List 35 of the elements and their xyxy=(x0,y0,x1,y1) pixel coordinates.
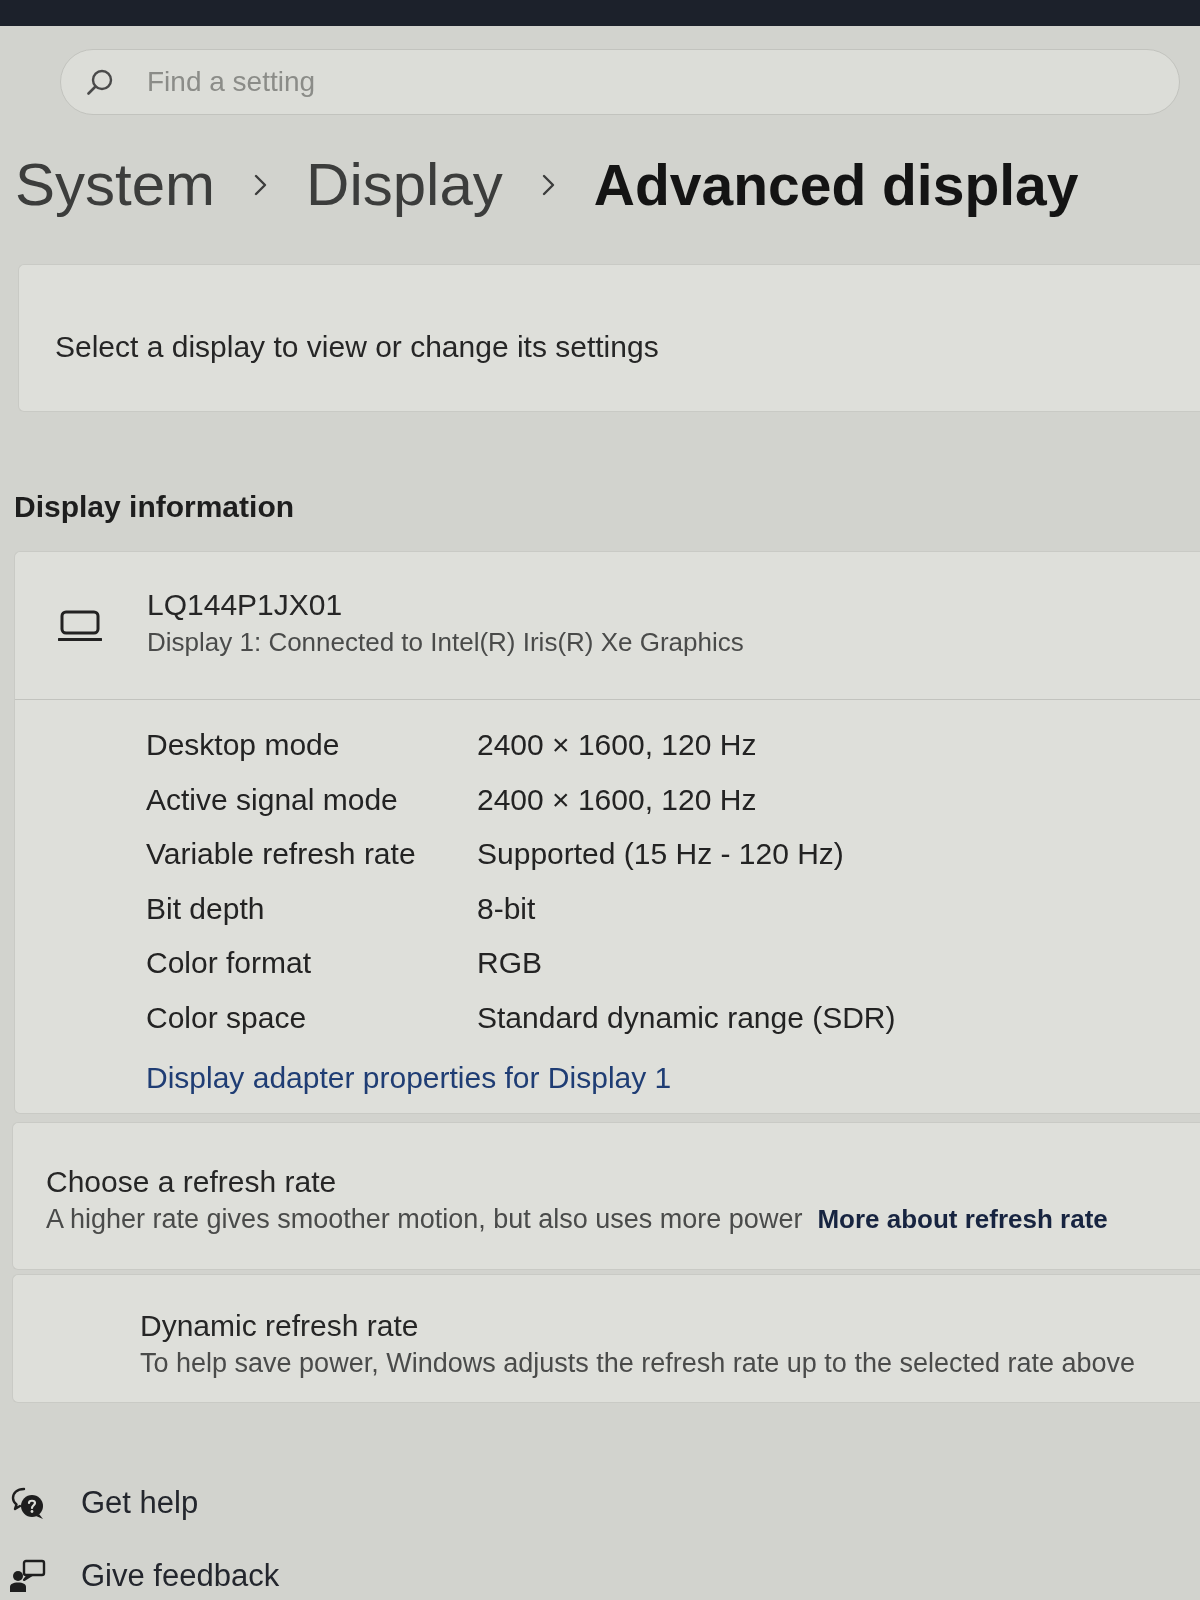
property-value: RGB xyxy=(477,946,543,981)
property-value: 8-bit xyxy=(477,891,537,926)
display-description: Display 1: Connected to Intel(R) Iris(R) Xe Graphics xyxy=(147,625,744,659)
laptop-icon xyxy=(58,609,102,642)
property-value: Supported (15 Hz - 120 Hz) xyxy=(477,837,845,872)
chevron-right-icon xyxy=(541,174,555,196)
property-label: Desktop mode xyxy=(146,728,341,763)
chevron-right-icon xyxy=(254,174,268,196)
dynamic-refresh-description: To help save power, Windows adjusts the refresh rate up to the selected rate above xyxy=(140,1347,1137,1380)
select-display-label: Select a display to view or change its settings xyxy=(55,329,659,365)
section-heading: Display information xyxy=(14,489,296,525)
property-value: 2400 × 1600, 120 Hz xyxy=(477,728,758,763)
page-title: Advanced display xyxy=(593,152,1079,219)
refresh-rate-card[interactable]: Choose a refresh rate A higher rate gives smoother motion, but also uses more power More about refresh rate xyxy=(12,1121,1200,1270)
search-field[interactable]: Find a setting xyxy=(60,49,1180,115)
refresh-rate-description: A higher rate gives smoother motion, but also uses more power xyxy=(46,1202,803,1236)
refresh-rate-title: Choose a refresh rate xyxy=(46,1163,338,1200)
adapter-properties-link[interactable]: Display adapter properties for Display 1 xyxy=(146,1061,672,1096)
property-label: Bit depth xyxy=(146,891,266,926)
property-label: Active signal mode xyxy=(146,782,399,817)
property-label: Color format xyxy=(146,946,313,981)
property-label: Variable refresh rate xyxy=(146,837,417,872)
refresh-rate-link[interactable]: More about refresh rate xyxy=(817,1200,1108,1237)
property-value: Standard dynamic range (SDR) xyxy=(477,1000,897,1035)
breadcrumb-link[interactable]: System xyxy=(15,149,216,221)
dynamic-refresh-title: Dynamic refresh rate xyxy=(140,1308,420,1344)
property-label: Color space xyxy=(146,1000,308,1035)
display-name: LQ144P1JX01 xyxy=(147,586,344,623)
give-feedback-link[interactable]: Give feedback xyxy=(10,1547,280,1600)
display-select-card[interactable]: Select a display to view or change its settings xyxy=(18,264,1200,412)
person-speech-icon xyxy=(10,1558,46,1593)
search-icon xyxy=(87,69,113,95)
breadcrumb-link[interactable]: Display xyxy=(306,149,503,221)
get-help-link[interactable]: Get help xyxy=(10,1474,199,1531)
property-value: 2400 × 1600, 120 Hz xyxy=(477,782,758,817)
